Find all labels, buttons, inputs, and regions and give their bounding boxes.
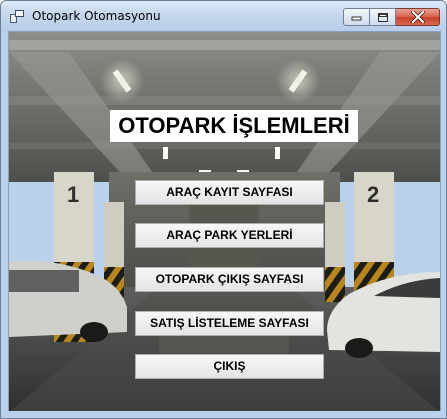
maximize-icon xyxy=(377,12,388,22)
close-button[interactable] xyxy=(396,8,440,26)
minimize-icon xyxy=(351,16,361,21)
close-icon xyxy=(410,11,425,23)
title-bar[interactable]: Otopark Otomasyonu xyxy=(1,1,446,31)
form-client-area: 1 2 OTOPARK İŞLEMLERİ ARAÇ KAYIT SAYFASI… xyxy=(8,31,441,413)
main-window: Otopark Otomasyonu 1 2 OTOPARK İŞLEMLERİ… xyxy=(0,0,447,419)
sales-list-button[interactable]: SATIŞ LİSTELEME SAYFASI xyxy=(135,311,324,336)
exit-button[interactable]: ÇIKIŞ xyxy=(135,354,324,379)
minimize-button[interactable] xyxy=(343,8,370,26)
window-bottom-border xyxy=(1,411,446,418)
pillar-number-2: 2 xyxy=(367,182,379,207)
parking-spots-button[interactable]: ARAÇ PARK YERLERİ xyxy=(135,223,324,248)
window-title: Otopark Otomasyonu xyxy=(32,9,161,23)
pillar-number-1: 1 xyxy=(67,182,79,207)
parking-exit-button[interactable]: OTOPARK ÇIKIŞ SAYFASI xyxy=(135,267,324,292)
maximize-button[interactable] xyxy=(370,8,396,26)
page-heading: OTOPARK İŞLEMLERİ xyxy=(110,110,358,142)
vehicle-registration-button[interactable]: ARAÇ KAYIT SAYFASI xyxy=(135,180,324,205)
app-icon xyxy=(10,10,24,23)
